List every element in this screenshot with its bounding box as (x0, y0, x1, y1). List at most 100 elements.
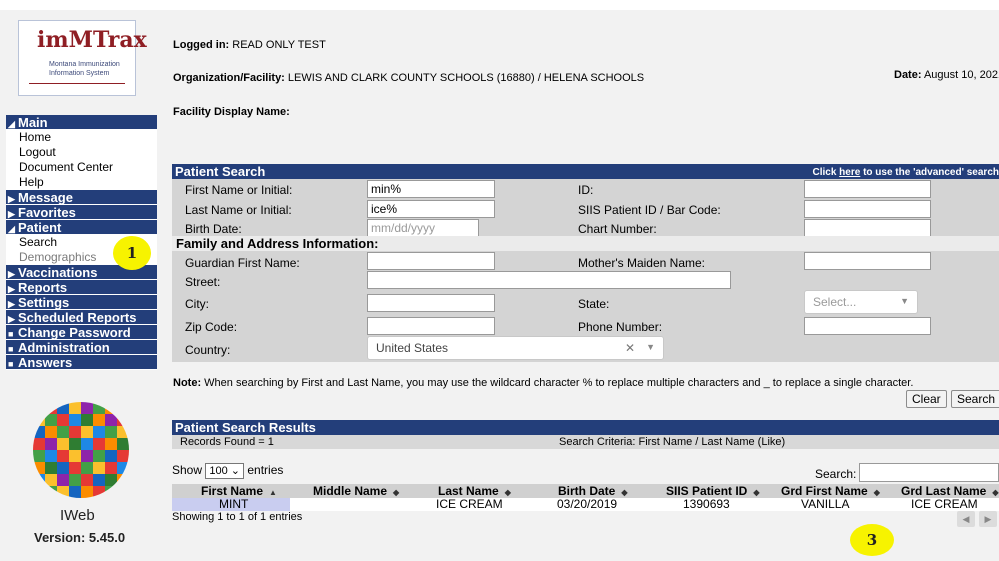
mothers-maiden-name-input[interactable] (804, 252, 931, 270)
table-search-input[interactable] (859, 463, 999, 482)
chevron-down-icon: ▼ (646, 342, 655, 352)
bullet-square-icon: ■ (8, 359, 14, 369)
logo-title: imMTrax (37, 27, 147, 53)
state-select-value: Select... (813, 295, 857, 309)
menu-change-password[interactable]: ■ Change Password (6, 325, 157, 340)
city-label: City: (185, 297, 209, 311)
next-page-icon[interactable]: ▶ (979, 511, 997, 527)
callout-badge-3: 3 (850, 524, 894, 556)
cell-birth-date: 03/20/2019 (557, 497, 618, 511)
siis-patient-id-label: SIIS Patient ID / Bar Code: (578, 203, 721, 217)
menu-item-logout[interactable]: Logout (6, 145, 157, 160)
country-label: Country: (185, 343, 231, 357)
menu-item-home[interactable]: Home (6, 130, 157, 145)
menu-reports[interactable]: ▶ Reports (6, 280, 157, 295)
id-input[interactable] (804, 180, 931, 198)
iweb-logo-icon (33, 402, 129, 498)
menu-settings[interactable]: ▶ Settings (6, 295, 157, 310)
menu-administration[interactable]: ■ Administration (6, 340, 157, 355)
logged-in-value: READ ONLY TEST (232, 39, 326, 51)
showing-entries-info: Showing 1 to 1 of 1 entries (172, 511, 303, 523)
guardian-first-name-input[interactable] (367, 252, 495, 270)
immtrax-logo: imMTrax Montana Immunization Information… (18, 20, 147, 96)
street-input[interactable] (367, 271, 731, 289)
sort-asc-icon: ▲ (269, 488, 277, 497)
clear-button[interactable]: Clear (906, 390, 947, 408)
expanded-arrow-icon: ◢ (8, 224, 15, 234)
logo-subtitle-1: Montana Immunization (49, 61, 120, 68)
street-label: Street: (185, 275, 221, 289)
cell-first-name: MINT (219, 497, 249, 511)
callout-badge-1: 1 (113, 236, 151, 270)
family-address-section-title: Family and Address Information: (172, 236, 999, 251)
sort-icon: ◆ (753, 488, 760, 497)
cell-grd-last-name: ICE CREAM (911, 497, 978, 511)
cell-grd-first-name: VANILLA (801, 497, 850, 511)
last-name-input[interactable]: ice% (367, 200, 495, 218)
phone-number-input[interactable] (804, 317, 931, 335)
advanced-search-link[interactable]: here (839, 167, 860, 178)
sort-icon: ◆ (873, 488, 880, 497)
logo-subtitle-2: Information System (49, 70, 110, 77)
app-name: IWeb (60, 507, 95, 524)
menu-answers[interactable]: ■ Answers (6, 355, 157, 370)
search-results-summary: Records Found = 1 Search Criteria: First… (172, 435, 999, 449)
first-name-label: First Name or Initial: (185, 183, 293, 197)
sort-icon: ◆ (621, 488, 628, 497)
entries-per-page-select[interactable]: 100 ⌄ (205, 463, 245, 479)
search-results-header: Patient Search Results (172, 420, 999, 435)
menu-scheduled-reports[interactable]: ▶ Scheduled Reports (6, 310, 157, 325)
sort-icon: ◆ (992, 488, 999, 497)
first-name-input[interactable]: min% (367, 180, 495, 198)
logged-in-info: Logged in: READ ONLY TEST (173, 39, 326, 51)
chart-number-label: Chart Number: (578, 222, 657, 236)
search-button[interactable]: Search (951, 390, 999, 408)
menu-item-help[interactable]: Help (6, 175, 157, 190)
expanded-arrow-icon: ◢ (8, 119, 15, 129)
table-row[interactable]: MINT ICE CREAM 03/20/2019 1390693 VANILL… (172, 498, 999, 511)
chevron-down-icon: ▼ (900, 296, 909, 306)
table-search-label: Search: (815, 467, 857, 481)
clear-x-icon[interactable]: ✕ (625, 341, 635, 355)
date-value: August 10, 2021 (923, 69, 999, 81)
menu-favorites[interactable]: ▶ Favorites (6, 205, 157, 220)
previous-page-icon[interactable]: ◀ (957, 511, 975, 527)
zip-code-label: Zip Code: (185, 320, 238, 334)
zip-code-input[interactable] (367, 317, 495, 335)
date-label: Date: (894, 69, 922, 81)
top-strip (0, 0, 999, 10)
logo-rule (29, 83, 125, 84)
date-info: Date: August 10, 2021 (894, 69, 999, 81)
country-select[interactable]: United States ✕ ▼ (367, 336, 664, 360)
note-text: When searching by First and Last Name, y… (204, 377, 914, 389)
app-version: Version: 5.45.0 (34, 530, 126, 545)
menu-item-document-center[interactable]: Document Center (6, 160, 157, 175)
city-input[interactable] (367, 294, 495, 312)
state-select[interactable]: Select... ▼ (804, 290, 918, 314)
records-found: Records Found = 1 (180, 436, 274, 448)
sort-icon: ◆ (393, 488, 400, 497)
chevron-down-icon: ⌄ (230, 465, 241, 477)
organization-label: Organization/Facility: (173, 72, 285, 84)
chart-number-input[interactable] (804, 219, 931, 237)
show-entries-control: Show 100 ⌄ entries (172, 463, 284, 479)
country-select-value: United States (376, 341, 449, 355)
patient-search-title: Patient Search (175, 164, 266, 179)
menu-message[interactable]: ▶ Message (6, 190, 157, 205)
last-name-label: Last Name or Initial: (185, 203, 292, 217)
id-label: ID: (578, 183, 594, 197)
facility-display-label: Facility Display Name: (173, 106, 290, 118)
birth-date-input[interactable]: mm/dd/yyyy (367, 219, 479, 237)
patient-search-header: Patient Search Click here to use the 'ad… (172, 164, 999, 179)
advanced-search-hint: Click here to use the 'advanced' search (812, 167, 999, 178)
menu-main[interactable]: ◢ Main (6, 115, 157, 130)
results-table-header: First Name ▲ Middle Name ◆ Last Name ◆ Birt… (172, 484, 999, 498)
search-criteria: Search Criteria: First Name / Last Name … (559, 436, 786, 448)
birth-date-label: Birth Date: (185, 222, 242, 236)
facility-display-info: Facility Display Name: (173, 106, 290, 118)
siis-patient-id-input[interactable] (804, 200, 931, 218)
menu-patient[interactable]: ◢ Patient (6, 220, 157, 235)
cell-siis-patient-id: 1390693 (683, 497, 730, 511)
wildcard-note: Note: When searching by First and Last N… (173, 377, 913, 389)
state-label: State: (578, 297, 610, 311)
